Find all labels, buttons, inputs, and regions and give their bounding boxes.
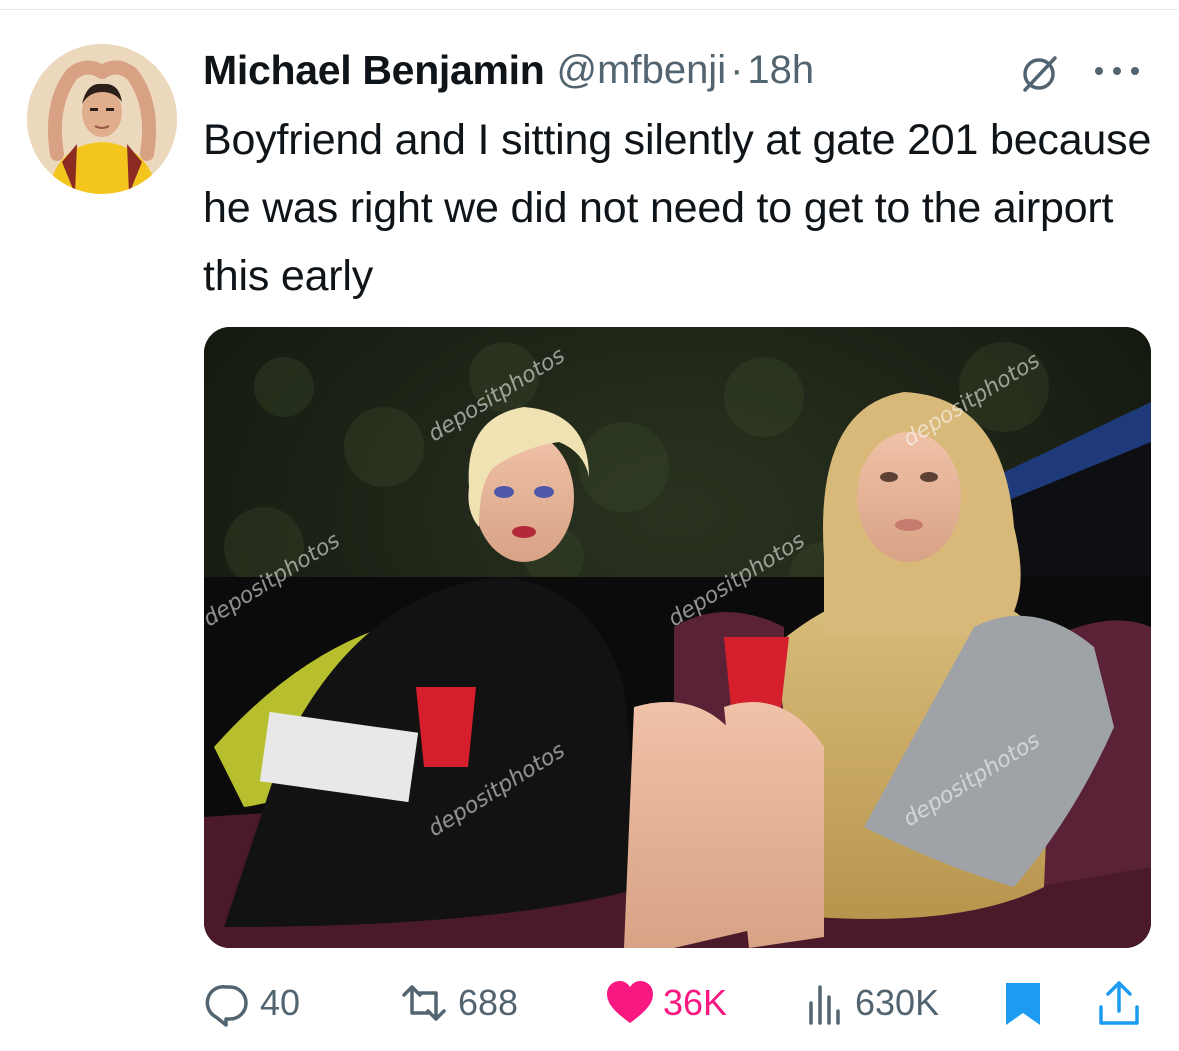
muted-conversation-icon[interactable] [1017,52,1061,96]
tweet-text: Boyfriend and I sitting silently at gate… [203,116,1152,300]
views-count: 630K [855,982,940,1023]
tweet-media-image[interactable]: depositphotos depositphotos depositphoto… [204,327,1151,948]
retweet-icon [402,985,446,1021]
like-count: 36K [663,982,728,1023]
tweet-action-bar: 40 688 36K 630K [0,975,1179,1035]
tweet-header: Michael Benjamin @mfbenji · 18h [203,44,814,96]
reply-button[interactable]: 40 [204,975,300,1031]
heart-icon [607,981,653,1023]
like-button[interactable]: 36K [605,975,727,1031]
tweet-timestamp[interactable]: 18h [747,48,814,93]
reply-icon [205,985,248,1027]
author-display-name[interactable]: Michael Benjamin [203,47,545,94]
retweet-button[interactable]: 688 [398,975,518,1031]
avatar[interactable] [27,44,177,194]
top-divider [0,9,1179,10]
views-icon [809,985,840,1025]
retweet-count: 688 [458,982,519,1023]
bookmark-icon[interactable] [1002,979,1044,1034]
separator-dot: · [730,47,744,92]
more-options-icon[interactable] [1090,60,1144,82]
reply-count: 40 [260,982,301,1023]
share-icon[interactable] [1095,977,1143,1034]
author-handle[interactable]: @mfbenji [557,48,727,93]
views-button[interactable]: 630K [803,975,939,1031]
